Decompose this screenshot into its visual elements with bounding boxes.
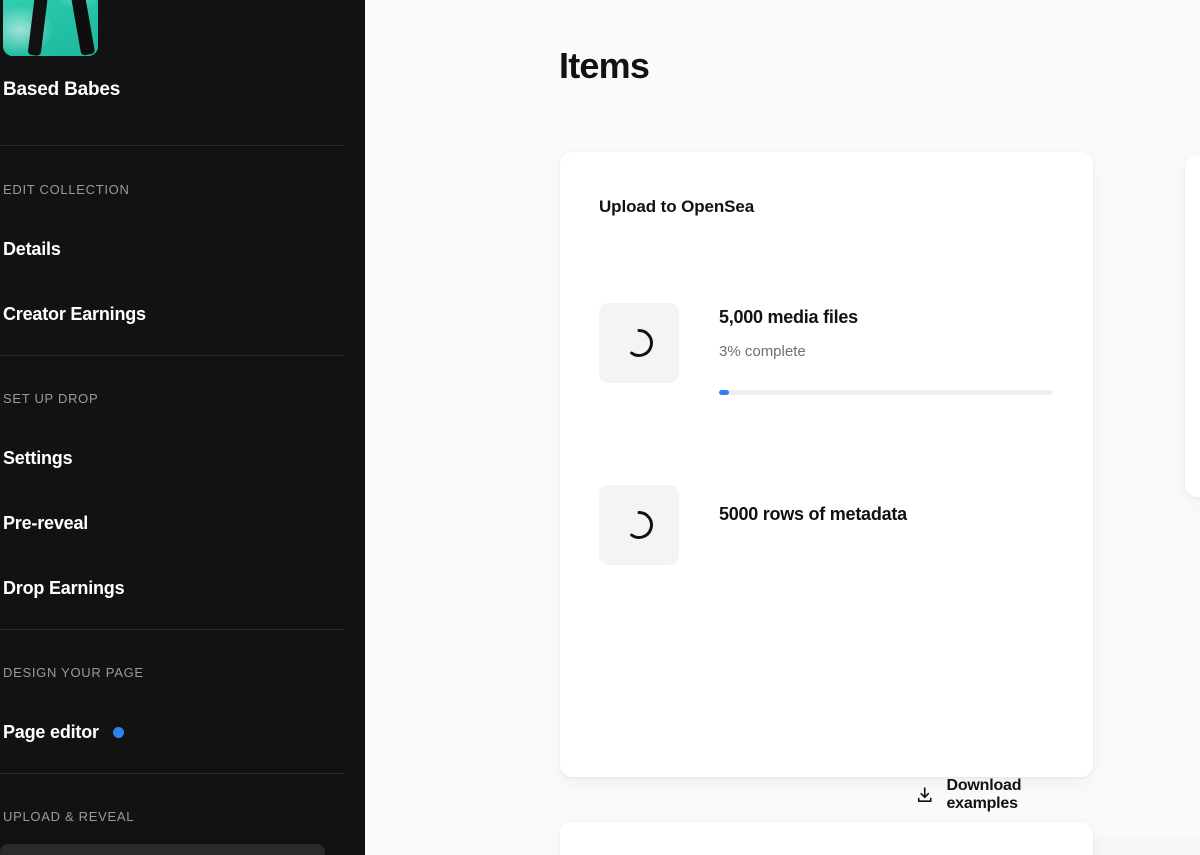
spinner-icon [630, 511, 653, 539]
sidebar: Based Babes EDIT COLLECTION Details Crea… [0, 0, 365, 855]
download-icon [917, 787, 932, 802]
sidebar-item-label: Pre-reveal [3, 512, 89, 533]
download-examples-link[interactable]: Download examples [915, 777, 1093, 813]
upload-card-title: Upload to OpenSea [599, 197, 755, 216]
sidebar-divider [0, 629, 345, 630]
sidebar-item-label: Creator Earnings [3, 303, 146, 324]
sidebar-group-label-design-your-page: DESIGN YOUR PAGE [3, 665, 144, 680]
sidebar-divider [0, 355, 345, 356]
sidebar-item-label: Details [3, 238, 61, 259]
sidebar-item-label: Page editor [3, 721, 99, 742]
media-files-status-thumb [599, 303, 679, 383]
metadata-title: 5000 rows of metadata [719, 504, 907, 524]
sidebar-item-page-editor[interactable]: Page editor [0, 714, 325, 750]
sidebar-group-label-set-up-drop: SET UP DROP [3, 391, 99, 406]
collection-avatar[interactable] [3, 0, 98, 56]
next-card [560, 822, 1093, 855]
collection-name: Based Babes [3, 79, 121, 100]
sidebar-item-label: Settings [3, 447, 73, 468]
sidebar-item-settings[interactable]: Settings [0, 440, 325, 476]
sidebar-item-pre-reveal[interactable]: Pre-reveal [0, 505, 325, 541]
metadata-status-thumb [599, 485, 679, 565]
sidebar-item-drop-earnings[interactable]: Drop Earnings [0, 570, 325, 606]
media-files-progress-fill [719, 390, 730, 395]
main-content: Items Upload to OpenSea 5,000 media file… [365, 0, 1200, 855]
media-files-title: 5,000 media files [719, 307, 858, 327]
media-files-progress-label: 3% complete [719, 343, 806, 360]
sidebar-item-label: Items [3, 852, 49, 855]
adjacent-card-preview [1185, 155, 1200, 497]
download-examples-label: Download examples [946, 777, 1022, 812]
sidebar-divider [0, 773, 345, 774]
sidebar-item-creator-earnings[interactable]: Creator Earnings [0, 296, 325, 332]
sidebar-item-details[interactable]: Details [0, 231, 325, 267]
sidebar-divider [0, 145, 345, 146]
upload-card: Upload to OpenSea 5,000 media files 3% c… [560, 152, 1200, 855]
sidebar-group-label-edit-collection: EDIT COLLECTION [3, 182, 130, 197]
sidebar-item-items[interactable]: Items [0, 844, 325, 855]
app-root: Based Babes EDIT COLLECTION Details Crea… [0, 0, 1200, 855]
media-files-progress-bar [719, 390, 1053, 395]
unsaved-changes-dot-icon [112, 726, 124, 738]
metadata-text: 5000 rows of metadata [719, 485, 1054, 525]
media-files-text: 5,000 media files 3% complete [719, 303, 1054, 360]
sidebar-group-label-upload-and-reveal: UPLOAD & REVEAL [3, 809, 135, 824]
page-title: Items [559, 45, 650, 86]
spinner-icon [630, 329, 653, 357]
sidebar-item-label: Drop Earnings [3, 577, 125, 598]
